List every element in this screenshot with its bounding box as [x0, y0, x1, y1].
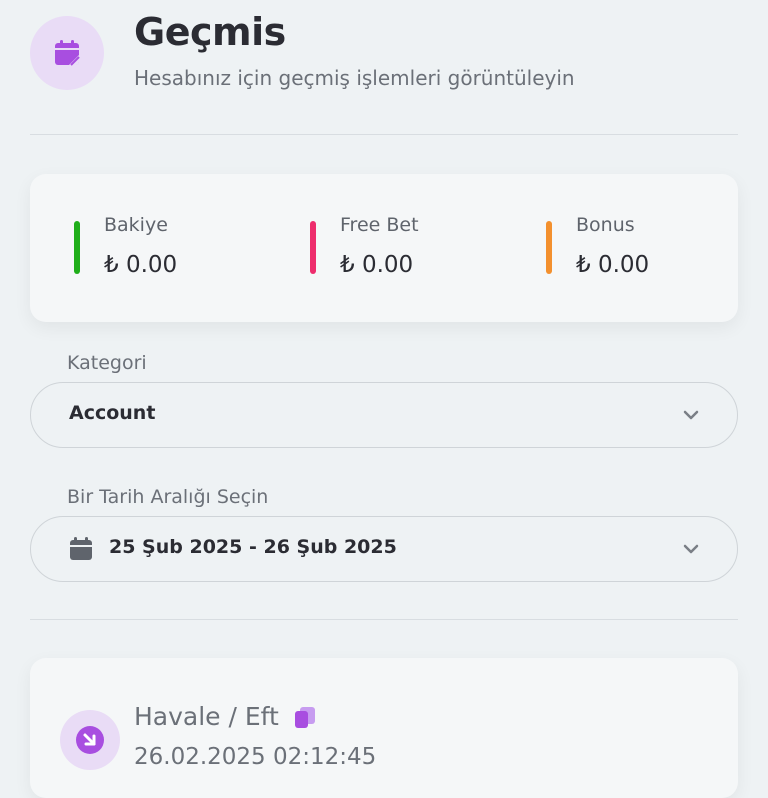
transaction-title: Havale / Eft — [134, 702, 317, 731]
chevron-down-icon — [683, 544, 699, 554]
arrow-down-right-icon — [76, 726, 104, 754]
transaction-date: 26.02.2025 02:12:45 — [134, 744, 377, 770]
balance-item-bonus: Bonus ₺ 0.00 — [502, 174, 732, 322]
page-header: Geçmis Hesabınız için geçmiş işlemleri g… — [0, 0, 768, 135]
balance-item-free-bet: Free Bet ₺ 0.00 — [266, 174, 496, 322]
history-icon-badge — [30, 16, 104, 90]
date-range-value: 25 Şub 2025 - 26 Şub 2025 — [109, 536, 397, 558]
balance-item-bakiye: Bakiye ₺ 0.00 — [30, 174, 260, 322]
category-label: Kategori — [67, 352, 147, 374]
bonus-value: ₺ 0.00 — [576, 252, 650, 278]
date-range-label: Bir Tarih Aralığı Seçin — [67, 486, 269, 508]
balance-label: Bakiye — [104, 214, 168, 236]
transaction-type-badge — [60, 710, 120, 770]
date-range-picker[interactable]: 25 Şub 2025 - 26 Şub 2025 — [30, 516, 738, 582]
page-subtitle: Hesabınız için geçmiş işlemleri görüntül… — [134, 66, 575, 90]
free-bet-indicator-bar — [310, 221, 316, 274]
category-selected-value: Account — [69, 402, 156, 424]
transaction-title-text: Havale / Eft — [134, 702, 279, 731]
bonus-label: Bonus — [576, 214, 635, 236]
balance-indicator-bar — [74, 221, 80, 274]
page-title: Geçmis — [134, 10, 286, 54]
chevron-down-icon — [683, 410, 699, 420]
filters-divider — [30, 619, 738, 620]
free-bet-value: ₺ 0.00 — [340, 252, 414, 278]
copy-icon[interactable] — [293, 706, 317, 730]
calendar-icon — [70, 537, 92, 560]
balance-card: Bakiye ₺ 0.00 Free Bet ₺ 0.00 Bonus ₺ 0.… — [30, 174, 738, 322]
free-bet-label: Free Bet — [340, 214, 419, 236]
transaction-card[interactable]: Havale / Eft 26.02.2025 02:12:45 — [30, 658, 738, 798]
category-select[interactable]: Account — [30, 382, 738, 448]
bonus-indicator-bar — [546, 221, 552, 274]
header-divider — [30, 134, 738, 135]
balance-value: ₺ 0.00 — [104, 252, 178, 278]
calendar-edit-icon — [55, 40, 80, 66]
